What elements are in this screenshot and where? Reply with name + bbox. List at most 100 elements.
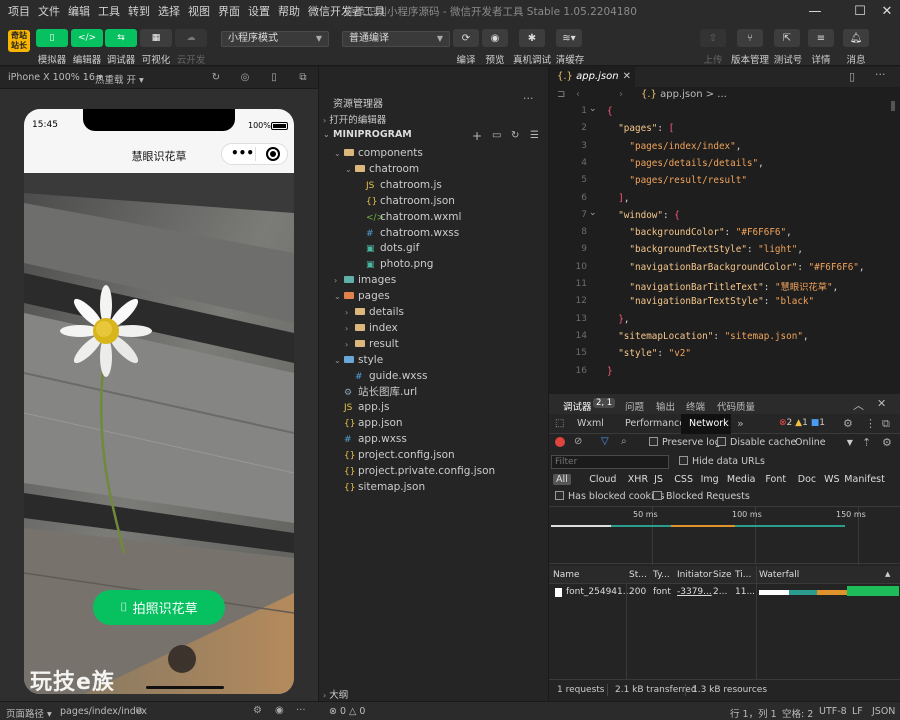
menu-item[interactable]: 编辑 <box>64 3 94 19</box>
code-line[interactable]: }, <box>607 314 629 325</box>
tab-network[interactable]: Network <box>689 418 729 429</box>
test-account-button[interactable]: ⇱ <box>774 29 800 47</box>
type-filter-css[interactable]: CSS <box>674 474 693 485</box>
tree-item[interactable]: # app.wxss <box>319 431 549 447</box>
tree-item[interactable]: ⌄ pages <box>319 288 549 304</box>
chevron-up-icon[interactable]: ︿ <box>853 397 864 413</box>
tab-terminal[interactable]: 终端 <box>686 399 705 413</box>
code-line[interactable]: "pages": [ <box>607 123 674 134</box>
record-icon[interactable]: ◎ <box>238 71 252 85</box>
refresh-icon[interactable]: ↻ <box>511 130 519 141</box>
menu-item[interactable]: 界面 <box>214 3 244 19</box>
kebab-icon[interactable]: ⋮ <box>865 417 876 430</box>
encoding[interactable]: UTF-8 <box>819 706 847 717</box>
type-filter-doc[interactable]: Doc <box>798 474 816 485</box>
page-path[interactable]: pages/index/index <box>60 706 147 717</box>
more-icon[interactable]: ··· <box>875 68 886 81</box>
clear-icon[interactable]: ⊘ <box>574 436 582 447</box>
compile-select[interactable]: 普通编译 ▼ <box>342 31 450 47</box>
tree-item[interactable]: ⌄ style <box>319 352 549 368</box>
tab-output[interactable]: 输出 <box>656 399 675 413</box>
col-size[interactable]: Size <box>713 570 731 580</box>
messages-button[interactable]: 🔔︎ <box>843 29 869 47</box>
tree-item[interactable]: ▣ photo.png <box>319 256 549 272</box>
type-filter-all[interactable]: All <box>553 474 571 485</box>
col-type[interactable]: Ty... <box>653 570 670 580</box>
code-line[interactable]: "sitemapLocation": "sitemap.json", <box>607 331 808 342</box>
eye-icon[interactable]: ◉ <box>275 705 284 716</box>
outline-section[interactable]: › 大纲 <box>323 687 348 701</box>
code-line[interactable]: { <box>607 106 613 117</box>
code-line[interactable]: "style": "v2" <box>607 348 691 359</box>
new-file-icon[interactable]: + <box>472 129 482 143</box>
split-editor-icon[interactable]: ▯ <box>849 70 855 83</box>
tab-problems[interactable]: 问题 <box>625 399 644 413</box>
network-timeline[interactable]: 50 ms 100 ms 150 ms <box>549 506 900 565</box>
more-tabs-icon[interactable]: » <box>737 417 744 430</box>
hide-data-urls-checkbox[interactable]: Hide data URLs <box>679 456 765 467</box>
simulator-toggle-button[interactable]: ▯ <box>36 29 68 47</box>
language-mode[interactable]: JSON <box>872 706 895 717</box>
code-line[interactable]: "backgroundColor": "#F6F6F6", <box>607 227 791 238</box>
code-line[interactable]: "window": { <box>607 210 680 221</box>
tree-item[interactable]: {} app.json <box>319 415 549 431</box>
tree-item[interactable]: ⌄ components <box>319 145 549 161</box>
code-line[interactable]: "navigationBarTitleText": "慧眼识花草", <box>607 279 838 293</box>
code-line[interactable]: "navigationBarTextStyle": "black" <box>607 296 814 307</box>
close-window-button[interactable]: ✕ <box>870 0 900 22</box>
close-icon[interactable]: ✕ <box>623 67 631 87</box>
type-filter-xhr[interactable]: XHR <box>628 474 648 485</box>
disable-cache-checkbox[interactable]: Disable cache <box>717 437 796 448</box>
tree-item[interactable]: › index <box>319 320 549 336</box>
gear-icon[interactable]: ⚙ <box>843 417 853 430</box>
cursor-position[interactable]: 行 1，列 1 <box>730 706 777 720</box>
breadcrumb[interactable]: {.} app.json > ... <box>641 89 727 100</box>
close-miniprogram-icon[interactable] <box>266 147 280 161</box>
popout-icon[interactable]: ⧉ <box>296 71 310 85</box>
blocked-requests-checkbox[interactable]: Blocked Requests <box>653 491 750 502</box>
code-line[interactable]: } <box>607 366 613 377</box>
copy-icon[interactable]: ⧉ <box>136 706 142 716</box>
open-editors-section[interactable]: › 打开的编辑器 <box>323 112 386 126</box>
menu-item[interactable]: 文件 <box>34 3 64 19</box>
visual-toggle-button[interactable]: ▦ <box>140 29 172 47</box>
scrollbar-thumb[interactable] <box>891 101 895 111</box>
capsule-menu[interactable]: ••• <box>221 143 288 165</box>
cloud-dev-button[interactable]: ☁ <box>175 29 207 47</box>
import-icon[interactable]: ⇡ <box>862 436 871 449</box>
device-select[interactable]: iPhone X 100% 16 ▾ <box>8 72 103 83</box>
settings-icon[interactable]: ⚙ <box>253 705 262 716</box>
editor-toggle-button[interactable]: </> <box>71 29 103 47</box>
tab-app-json[interactable]: {.} app.json ✕ <box>549 67 635 87</box>
tree-item[interactable]: {} project.private.config.json <box>319 463 549 479</box>
tab-debugger[interactable]: 调试器 <box>563 399 592 413</box>
fold-icon[interactable]: ⌄ <box>589 104 597 114</box>
tab-wxml[interactable]: Wxml <box>577 418 604 429</box>
tree-item[interactable]: ▣ dots.gif <box>319 240 549 256</box>
preview-button[interactable]: ◉ <box>482 29 508 47</box>
menu-item[interactable]: 项目 <box>4 3 34 19</box>
col-name[interactable]: Name <box>553 570 580 580</box>
bookmark-icon[interactable]: ⊐ <box>557 89 565 100</box>
compile-button[interactable]: ⟳ <box>453 29 479 47</box>
close-icon[interactable]: ✕ <box>877 397 886 410</box>
tree-item[interactable]: › details <box>319 304 549 320</box>
blocked-cookies-checkbox[interactable]: Has blocked cookies <box>555 491 664 502</box>
tab-code-quality[interactable]: 代码质量 <box>717 399 755 413</box>
back-arrow-icon[interactable]: ‹ <box>576 89 580 100</box>
type-filter-cloud[interactable]: Cloud <box>589 474 616 485</box>
fold-icon[interactable]: ⌄ <box>589 208 597 218</box>
debugger-toggle-button[interactable]: ⇆ <box>105 29 137 47</box>
search-icon[interactable]: ⌕ <box>621 436 627 447</box>
menu-item[interactable]: 工具 <box>94 3 124 19</box>
menu-item[interactable]: 选择 <box>154 3 184 19</box>
rotate-icon[interactable]: ↻ <box>209 71 223 85</box>
tree-item[interactable]: › images <box>319 272 549 288</box>
row-initiator[interactable]: -3379... <box>677 587 712 597</box>
tree-item[interactable]: </>chatroom.wxml <box>319 209 549 225</box>
more-icon[interactable]: ··· <box>523 92 534 105</box>
code-line[interactable]: "backgroundTextStyle": "light", <box>607 244 803 255</box>
filter-input[interactable] <box>551 455 669 469</box>
more-icon[interactable]: ••• <box>231 146 254 160</box>
tree-item[interactable]: {} sitemap.json <box>319 479 549 495</box>
